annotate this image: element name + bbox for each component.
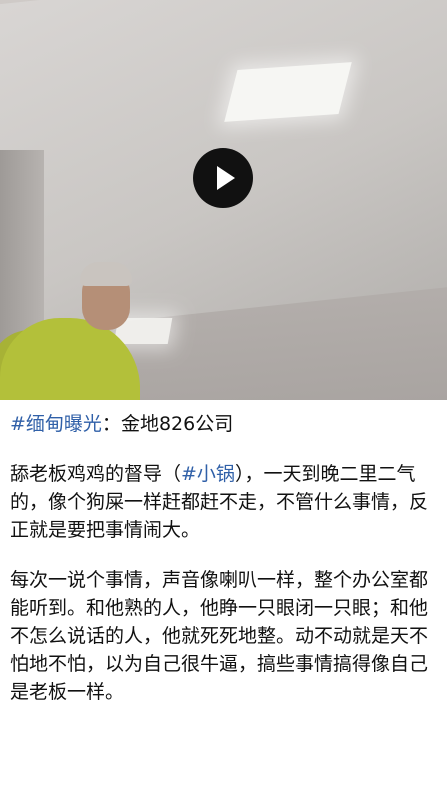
play-button[interactable]: [193, 148, 253, 208]
post-header-line: #缅甸曝光：金地826公司: [10, 410, 440, 438]
ceiling-light: [224, 62, 352, 122]
video-thumbnail[interactable]: [0, 0, 447, 400]
company-name: 金地826公司: [120, 413, 234, 435]
paragraph-1-before: 舔老板鸡鸡的督导（: [10, 463, 182, 485]
hashtag-link[interactable]: #小锅: [181, 463, 235, 485]
paragraph-1: 舔老板鸡鸡的督导（#小锅），一天到晚二里二气的，像个狗屎一样赶都赶不走，不管什么…: [10, 460, 440, 544]
paragraph-2: 每次一说个事情，声音像喇叭一样，整个办公室都能听到。和他熟的人，他睁一只眼闭一只…: [10, 569, 429, 703]
person-hair: [80, 262, 132, 286]
hashtag-link[interactable]: #缅甸曝光: [10, 413, 102, 435]
post-text: #缅甸曝光：金地826公司 舔老板鸡鸡的督导（#小锅），一天到晚二里二气的，像个…: [10, 400, 440, 706]
play-icon: [217, 166, 235, 190]
colon-text: ：: [101, 413, 121, 435]
post-page: #缅甸曝光：金地826公司 舔老板鸡鸡的督导（#小锅），一天到晚二里二气的，像个…: [0, 0, 447, 800]
